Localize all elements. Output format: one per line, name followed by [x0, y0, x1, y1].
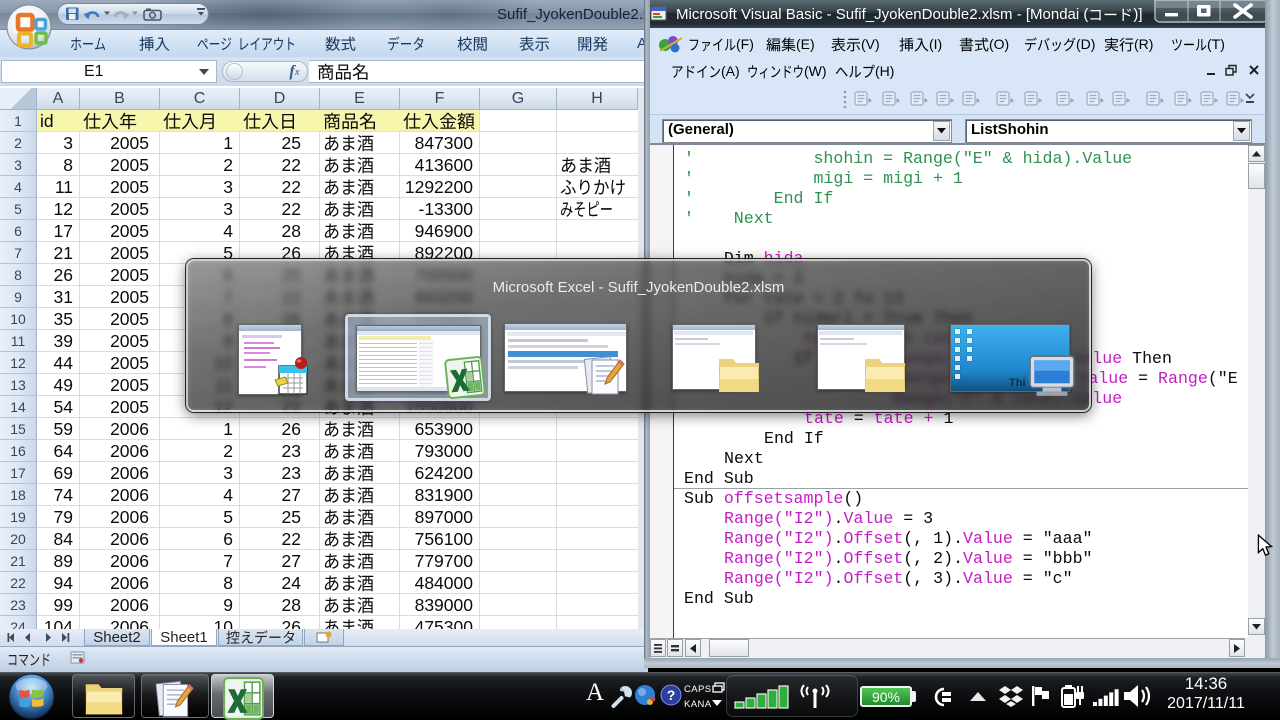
svg-text:?: ? [667, 687, 676, 703]
